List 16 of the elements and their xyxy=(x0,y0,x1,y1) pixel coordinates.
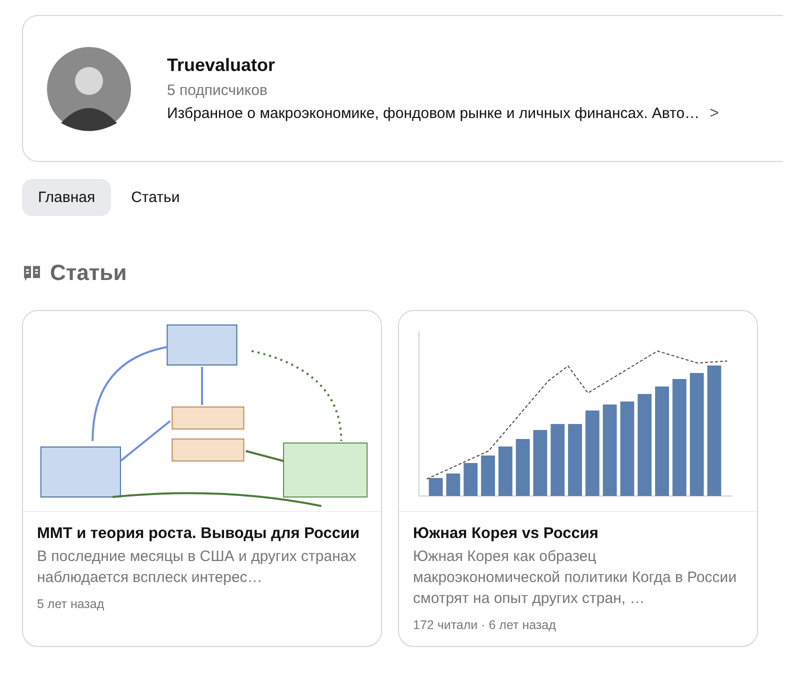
article-title: Южная Корея vs Россия xyxy=(413,524,600,544)
article-card[interactable]: ММТ и теория роста. Выводы для России В последние месяцы в США и других странах наблюдается всплеск интерес… 5 лет назад xyxy=(22,310,382,647)
section-title: Статьи xyxy=(50,260,127,286)
subscriber-count: 5 подписчиков xyxy=(167,82,268,98)
tab[interactable]: Главная xyxy=(22,179,112,216)
expand-button[interactable]: > xyxy=(710,104,719,122)
tab[interactable]: Статьи xyxy=(115,179,196,216)
article-excerpt: Южная Корея как образец макроэкономической политики Когда в России смотрят на опыт других стран, … xyxy=(413,547,738,609)
channel-description: Избранное о макроэкономике, фондовом рынке и личных финансах. Авто… xyxy=(167,105,700,122)
article-excerpt: В последние месяцы в США и других странах наблюдается всплеск интерес… xyxy=(37,547,358,588)
channel-name: Truevaluator xyxy=(167,54,276,76)
article-meta: 5 лет назад xyxy=(37,597,106,611)
article-card[interactable]: Южная Корея vs Россия Южная Корея как образец макроэкономической политики Когда в России смотрят на опыт других стран, … 172 читали · 6 лет назад xyxy=(398,310,758,647)
article-icon xyxy=(22,263,42,283)
article-title: ММТ и теория роста. Выводы для России xyxy=(37,524,361,544)
article-meta: 172 читали · 6 лет назад xyxy=(413,618,557,632)
